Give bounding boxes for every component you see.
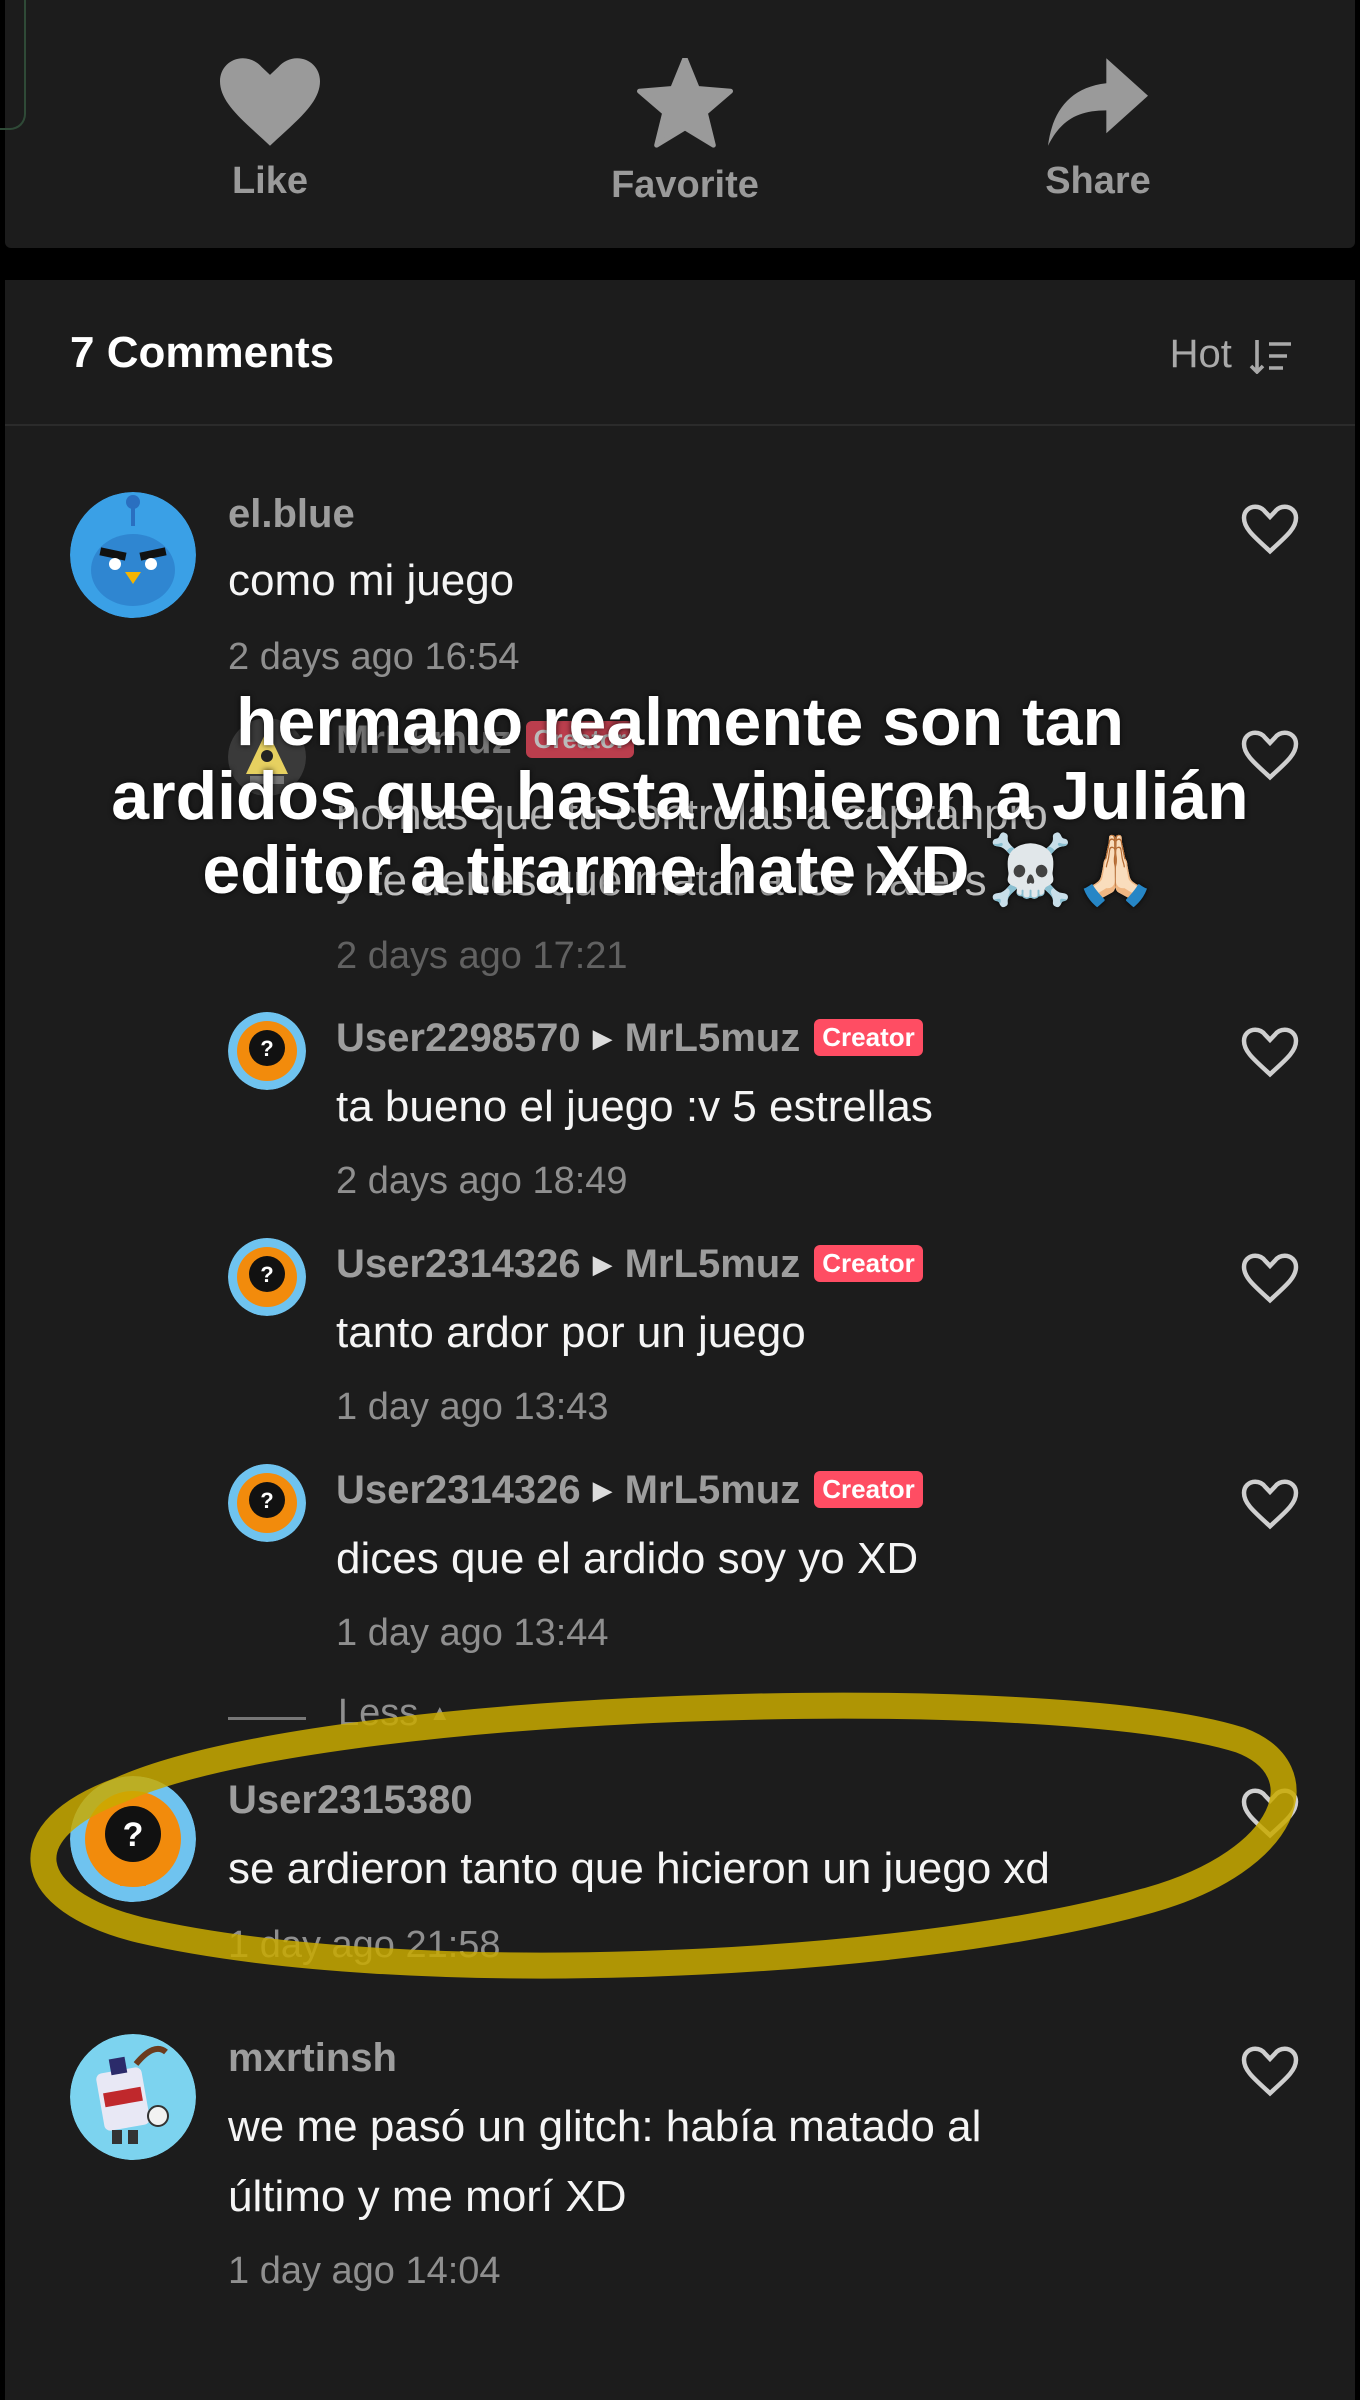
- comment-timestamp: 1 day ago 13:43: [336, 1386, 609, 1428]
- comment-like-icon[interactable]: [1240, 2045, 1300, 2097]
- reply-to-username: MrL5muz: [624, 1016, 801, 1060]
- comment-like-icon[interactable]: [1240, 1478, 1300, 1530]
- username-text: User2314326: [336, 1468, 581, 1512]
- caption-line: editor a tirarme hate XD ☠️🙏🏻: [202, 832, 1158, 908]
- like-button[interactable]: Like: [160, 58, 380, 203]
- share-button[interactable]: Share: [988, 58, 1208, 203]
- comments-title: 7 Comments: [70, 328, 335, 377]
- heart-icon: [220, 58, 320, 146]
- comment-timestamp: 1 day ago 14:04: [228, 2250, 501, 2292]
- reply-arrow-icon: ▶: [592, 1023, 613, 1053]
- comment-text: we me pasó un glitch: había matado al: [228, 2102, 982, 2151]
- comment-username[interactable]: el.blue: [228, 492, 355, 537]
- avatar: ?: [228, 1238, 306, 1316]
- comment-like-icon[interactable]: [1240, 503, 1300, 555]
- avatar: [70, 2034, 196, 2160]
- comment-username[interactable]: User2315380: [228, 1778, 473, 1823]
- creator-badge: Creator: [814, 1019, 923, 1056]
- avatar: ?: [228, 1464, 306, 1542]
- avatar: [70, 492, 196, 618]
- comment-username[interactable]: User2314326 ▶ MrL5muz Creator: [336, 1242, 923, 1287]
- comments-header: 7 Comments Hot: [5, 280, 1355, 426]
- less-label: Less: [338, 1692, 419, 1734]
- comment-timestamp: 2 days ago 18:49: [336, 1160, 628, 1202]
- svg-text:?: ?: [260, 1488, 273, 1513]
- favorite-button[interactable]: Favorite: [575, 58, 795, 207]
- comment-username[interactable]: User2298570 ▶ MrL5muz Creator: [336, 1016, 923, 1061]
- comment-like-icon[interactable]: [1240, 1787, 1300, 1839]
- comment-text: ta bueno el juego :v 5 estrellas: [336, 1082, 933, 1131]
- overlay-caption: hermano realmente son tan ardidos que ha…: [0, 685, 1360, 907]
- comment-timestamp: 2 days ago 17:21: [336, 935, 628, 977]
- svg-text:?: ?: [260, 1036, 273, 1061]
- like-label: Like: [231, 160, 309, 202]
- caption-line: ardidos que hasta vinieron a Julián: [111, 758, 1249, 834]
- side-panel-edge: [0, 0, 26, 130]
- comment-text: se ardieron tanto que hicieron un juego …: [228, 1844, 1050, 1893]
- creator-badge: Creator: [814, 1245, 923, 1282]
- comment-like-icon[interactable]: [1240, 1026, 1300, 1078]
- comment-timestamp: 1 day ago 21:58: [228, 1924, 501, 1966]
- chevron-up-icon: ▲: [428, 1700, 451, 1725]
- share-label: Share: [1045, 160, 1151, 202]
- reply-arrow-icon: ▶: [592, 1475, 613, 1505]
- comment-username[interactable]: User2314326 ▶ MrL5muz Creator: [336, 1468, 923, 1513]
- favorite-label: Favorite: [611, 164, 759, 206]
- username-text: User2314326: [336, 1242, 581, 1286]
- comment-text: tanto ardor por un juego: [336, 1308, 806, 1357]
- sort-button[interactable]: Hot: [1170, 332, 1293, 377]
- action-bar: Like Favorite Share: [5, 0, 1355, 248]
- sort-label: Hot: [1169, 332, 1232, 376]
- reply-to-username: MrL5muz: [624, 1468, 801, 1512]
- sort-icon: [1249, 340, 1291, 375]
- comment-text: como mi juego: [228, 556, 515, 605]
- reply-arrow-icon: ▶: [592, 1249, 613, 1279]
- username-text: User2298570: [336, 1016, 581, 1060]
- comment-timestamp: 1 day ago 13:44: [336, 1612, 609, 1654]
- comment-like-icon[interactable]: [1240, 1252, 1300, 1304]
- comment-text: último y me morí XD: [228, 2172, 627, 2221]
- comment-timestamp: 2 days ago 16:54: [228, 636, 520, 678]
- svg-text:?: ?: [123, 1816, 144, 1854]
- caption-line: hermano realmente son tan: [235, 684, 1125, 760]
- less-toggle[interactable]: Less ▲: [338, 1692, 451, 1735]
- svg-text:?: ?: [260, 1262, 273, 1287]
- avatar: ?: [70, 1776, 196, 1902]
- comment-text: dices que el ardido soy yo XD: [336, 1534, 919, 1583]
- star-icon: [637, 58, 733, 148]
- reply-to-username: MrL5muz: [624, 1242, 801, 1286]
- comment-username[interactable]: mxrtinsh: [228, 2036, 397, 2081]
- less-divider: [228, 1717, 306, 1720]
- avatar: ?: [228, 1012, 306, 1090]
- creator-badge: Creator: [814, 1471, 923, 1508]
- share-icon: [1048, 58, 1148, 146]
